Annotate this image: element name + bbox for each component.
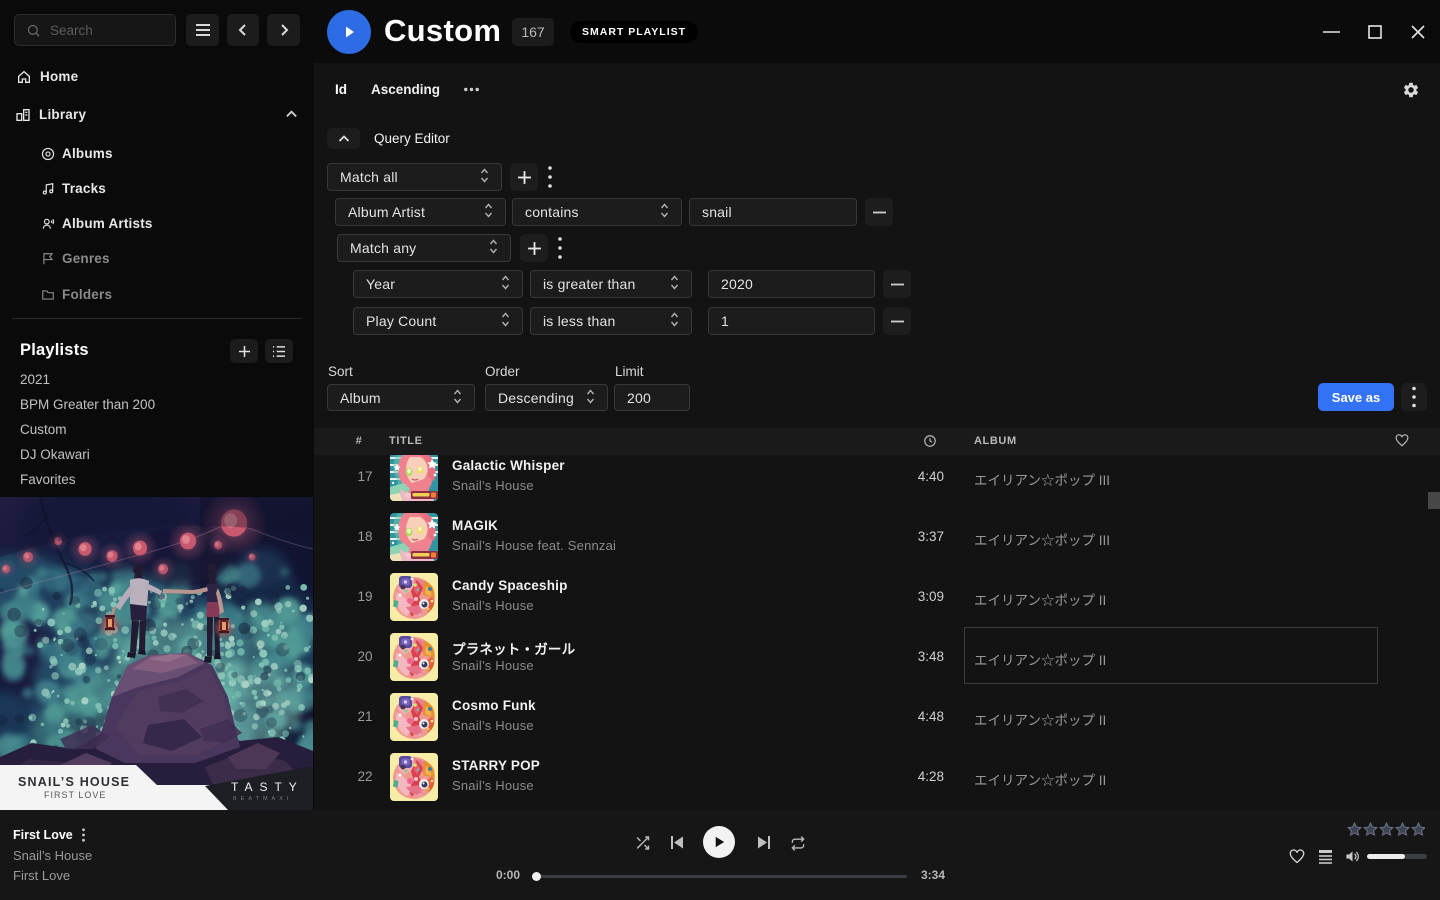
svg-text:SNAIL’S HOUSE: SNAIL’S HOUSE — [18, 775, 130, 789]
svg-text:BEATMAXI: BEATMAXI — [233, 796, 292, 802]
svg-text:TASTY: TASTY — [231, 780, 304, 794]
svg-text:FIRST LOVE: FIRST LOVE — [44, 790, 106, 800]
